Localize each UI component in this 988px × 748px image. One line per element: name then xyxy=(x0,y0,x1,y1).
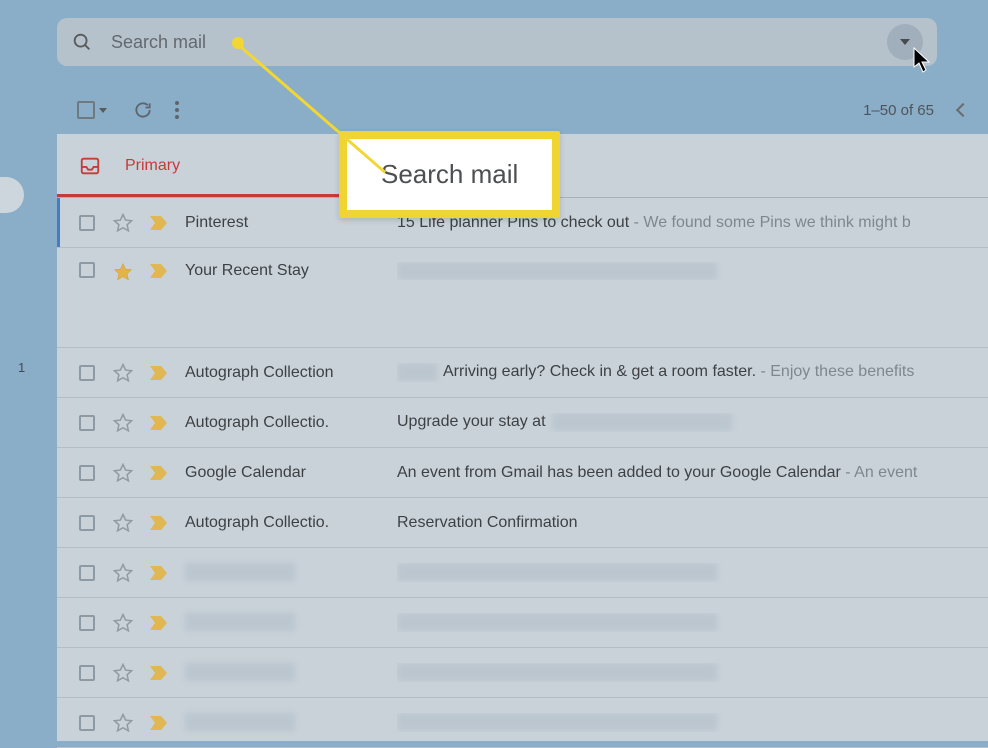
sender: Autograph Collection xyxy=(185,364,397,382)
snippet-text: - Enjoy these benefits xyxy=(756,364,914,381)
annotation-callout: Search mail xyxy=(339,131,560,218)
star-button[interactable] xyxy=(113,213,133,233)
subject-text: Reservation Confirmation xyxy=(397,514,578,531)
subject-text: Upgrade your stay at xyxy=(397,414,550,431)
annotation-dot xyxy=(232,37,244,49)
caret-down-icon xyxy=(900,39,910,45)
subject: An event from Gmail has been added to yo… xyxy=(397,464,988,482)
row-checkbox[interactable] xyxy=(79,262,95,278)
refresh-button[interactable] xyxy=(133,100,153,120)
row-checkbox[interactable] xyxy=(79,515,95,531)
importance-marker[interactable] xyxy=(149,364,169,382)
subject xyxy=(397,613,988,631)
email-row[interactable] xyxy=(57,648,988,698)
page-counter: 1–50 of 65 xyxy=(863,102,934,119)
side-number: 1 xyxy=(18,360,25,375)
sender: Autograph Collectio. xyxy=(185,514,397,532)
toolbar: 1–50 of 65 xyxy=(57,86,988,134)
pagination: 1–50 of 65 xyxy=(863,102,968,119)
row-checkbox[interactable] xyxy=(79,465,95,481)
tab-label: Primary xyxy=(125,157,180,175)
email-row[interactable]: Your Recent Stay xyxy=(57,248,988,348)
star-button[interactable] xyxy=(113,713,133,733)
email-row[interactable] xyxy=(57,548,988,598)
subject xyxy=(397,663,988,681)
sender-text: Autograph Collectio. xyxy=(185,414,329,431)
sender xyxy=(185,663,397,681)
star-button[interactable] xyxy=(113,513,133,533)
sender-text: Autograph Collection xyxy=(185,364,334,381)
email-row[interactable]: Autograph Collection Arriving early? Chec… xyxy=(57,348,988,398)
subject xyxy=(397,713,988,731)
star-button[interactable] xyxy=(113,563,133,583)
more-button[interactable] xyxy=(175,101,179,119)
mouse-cursor xyxy=(913,47,933,73)
importance-marker[interactable] xyxy=(149,664,169,682)
tab-primary[interactable]: Primary xyxy=(57,134,357,197)
sender xyxy=(185,563,397,581)
importance-marker[interactable] xyxy=(149,262,169,280)
sender-text: Google Calendar xyxy=(185,464,306,481)
email-row[interactable]: Google Calendar An event from Gmail has b… xyxy=(57,448,988,498)
row-checkbox[interactable] xyxy=(79,565,95,581)
subject: Upgrade your stay at xyxy=(397,413,988,431)
star-button[interactable] xyxy=(113,613,133,633)
row-checkbox[interactable] xyxy=(79,665,95,681)
importance-marker[interactable] xyxy=(149,464,169,482)
sender xyxy=(185,713,397,731)
row-checkbox[interactable] xyxy=(79,415,95,431)
importance-marker[interactable] xyxy=(149,614,169,632)
search-placeholder: Search mail xyxy=(111,32,206,53)
email-list: Pinterest15 Life planner Pins to check o… xyxy=(57,198,988,748)
sender: Your Recent Stay xyxy=(185,262,397,280)
subject xyxy=(397,563,988,581)
sender-text: Your Recent Stay xyxy=(185,262,309,279)
sender xyxy=(185,613,397,631)
mail-panel: Primary Pinterest15 Life planner Pins to… xyxy=(57,134,988,741)
importance-marker[interactable] xyxy=(149,414,169,432)
sender-text: Pinterest xyxy=(185,214,248,231)
caret-down-icon xyxy=(99,108,107,113)
row-checkbox[interactable] xyxy=(79,715,95,731)
compose-pill[interactable] xyxy=(0,177,24,213)
star-button[interactable] xyxy=(113,663,133,683)
star-button[interactable] xyxy=(113,413,133,433)
importance-marker[interactable] xyxy=(149,714,169,732)
star-button[interactable] xyxy=(113,463,133,483)
select-all-button[interactable] xyxy=(77,101,107,119)
subject: Reservation Confirmation xyxy=(397,514,988,532)
callout-text: Search mail xyxy=(381,159,518,189)
row-checkbox[interactable] xyxy=(79,615,95,631)
star-button[interactable] xyxy=(113,363,133,383)
email-row[interactable]: Autograph Collectio. Upgrade your stay at xyxy=(57,398,988,448)
sender: Autograph Collectio. xyxy=(185,414,397,432)
row-checkbox[interactable] xyxy=(79,365,95,381)
email-row[interactable] xyxy=(57,598,988,648)
snippet-text: - We found some Pins we think might b xyxy=(629,214,911,231)
prev-page-button[interactable] xyxy=(956,103,970,117)
row-checkbox[interactable] xyxy=(79,215,95,231)
star-button[interactable] xyxy=(113,262,133,282)
checkbox-icon xyxy=(77,101,95,119)
subject xyxy=(397,262,988,280)
search-bar[interactable]: Search mail xyxy=(57,18,937,66)
email-row[interactable]: Autograph Collectio. Reservation Confirma… xyxy=(57,498,988,548)
sender-text: Autograph Collectio. xyxy=(185,514,329,531)
importance-marker[interactable] xyxy=(149,564,169,582)
importance-marker[interactable] xyxy=(149,514,169,532)
subject: Arriving early? Check in & get a room fa… xyxy=(397,363,988,381)
importance-marker[interactable] xyxy=(149,214,169,232)
snippet-text: - An event xyxy=(841,464,918,481)
sender: Google Calendar xyxy=(185,464,397,482)
subject-text: An event from Gmail has been added to yo… xyxy=(397,464,841,481)
subject-text: Arriving early? Check in & get a room fa… xyxy=(443,364,756,381)
search-icon xyxy=(71,31,93,53)
inbox-icon xyxy=(79,155,101,177)
